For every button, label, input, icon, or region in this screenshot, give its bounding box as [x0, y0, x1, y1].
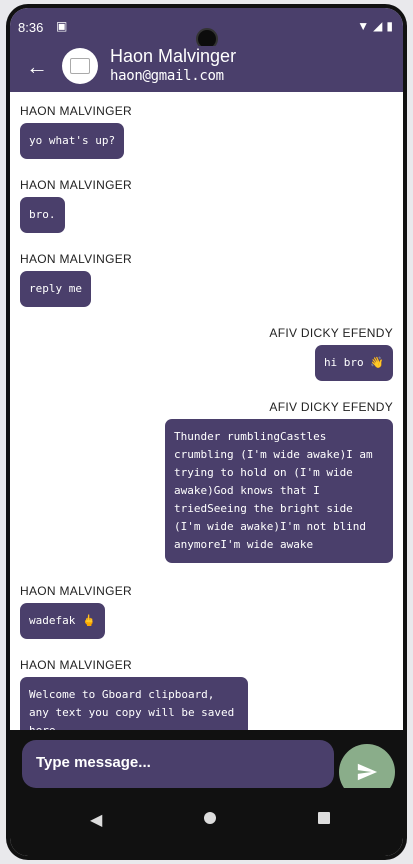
signal-icon: ◢	[373, 19, 383, 33]
message-item: HAON MALVINGER wadefak 🖕	[20, 584, 132, 639]
message-sender: AFIV DICKY EFENDY	[269, 326, 393, 340]
send-icon	[357, 763, 378, 781]
message-sender: AFIV DICKY EFENDY	[269, 400, 393, 414]
message-sender: HAON MALVINGER	[20, 178, 132, 192]
nav-home-icon[interactable]	[204, 812, 216, 824]
message-item: AFIV DICKY EFENDY hi bro 👋	[269, 326, 393, 381]
back-arrow-icon[interactable]: ←	[26, 56, 48, 78]
message-bubble[interactable]: hi bro 👋	[314, 345, 393, 381]
nav-back-icon[interactable]: ◀	[90, 810, 102, 830]
screen: 8:36 ▣ ▼ ◢ ▮ ← Haon Malvinger haon@gmail…	[10, 8, 403, 856]
avatar[interactable]	[62, 48, 98, 84]
message-item: AFIV DICKY EFENDY Thunder rumblingCastle…	[165, 400, 393, 563]
message-item: HAON MALVINGER bro.	[20, 178, 132, 233]
message-item: HAON MALVINGER reply me	[20, 252, 132, 307]
battery-icon: ▮	[386, 19, 393, 33]
message-bubble[interactable]: bro.	[20, 197, 65, 233]
message-sender: HAON MALVINGER	[20, 252, 132, 266]
wifi-icon: ▼	[357, 19, 370, 33]
composer-bar: Type message...	[10, 730, 403, 800]
message-item: HAON MALVINGER Welcome to Gboard clipboa…	[20, 658, 248, 734]
nav-recents-icon[interactable]	[318, 812, 330, 824]
message-bubble[interactable]: Welcome to Gboard clipboard, any text yo…	[20, 677, 248, 734]
message-sender: HAON MALVINGER	[20, 104, 132, 118]
phone-frame: 8:36 ▣ ▼ ◢ ▮ ← Haon Malvinger haon@gmail…	[6, 4, 407, 860]
status-time: 8:36	[18, 20, 44, 35]
message-input[interactable]: Type message...	[22, 740, 334, 788]
message-bubble[interactable]: wadefak 🖕	[20, 603, 105, 639]
message-bubble[interactable]: Thunder rumblingCastles crumbling (I'm w…	[165, 419, 393, 563]
message-sender: HAON MALVINGER	[20, 658, 132, 672]
status-bar: 8:36 ▣ ▼ ◢ ▮	[10, 8, 403, 50]
sim-icon: ▣	[56, 19, 68, 33]
chat-list[interactable]: HAON MALVINGER yo what's up? HAON MALVIN…	[10, 92, 403, 734]
contact-name: Haon Malvinger	[110, 46, 237, 66]
app-bar: ← Haon Malvinger haon@gmail.com	[10, 46, 403, 92]
message-item: HAON MALVINGER yo what's up?	[20, 104, 132, 159]
message-sender: HAON MALVINGER	[20, 584, 132, 598]
system-nav-bar: ◀	[10, 788, 403, 856]
avatar-logo	[70, 58, 90, 74]
message-bubble[interactable]: reply me	[20, 271, 91, 307]
contact-email: haon@gmail.com	[110, 68, 224, 84]
status-icons: ▼ ◢ ▮	[357, 19, 393, 33]
message-bubble[interactable]: yo what's up?	[20, 123, 125, 159]
